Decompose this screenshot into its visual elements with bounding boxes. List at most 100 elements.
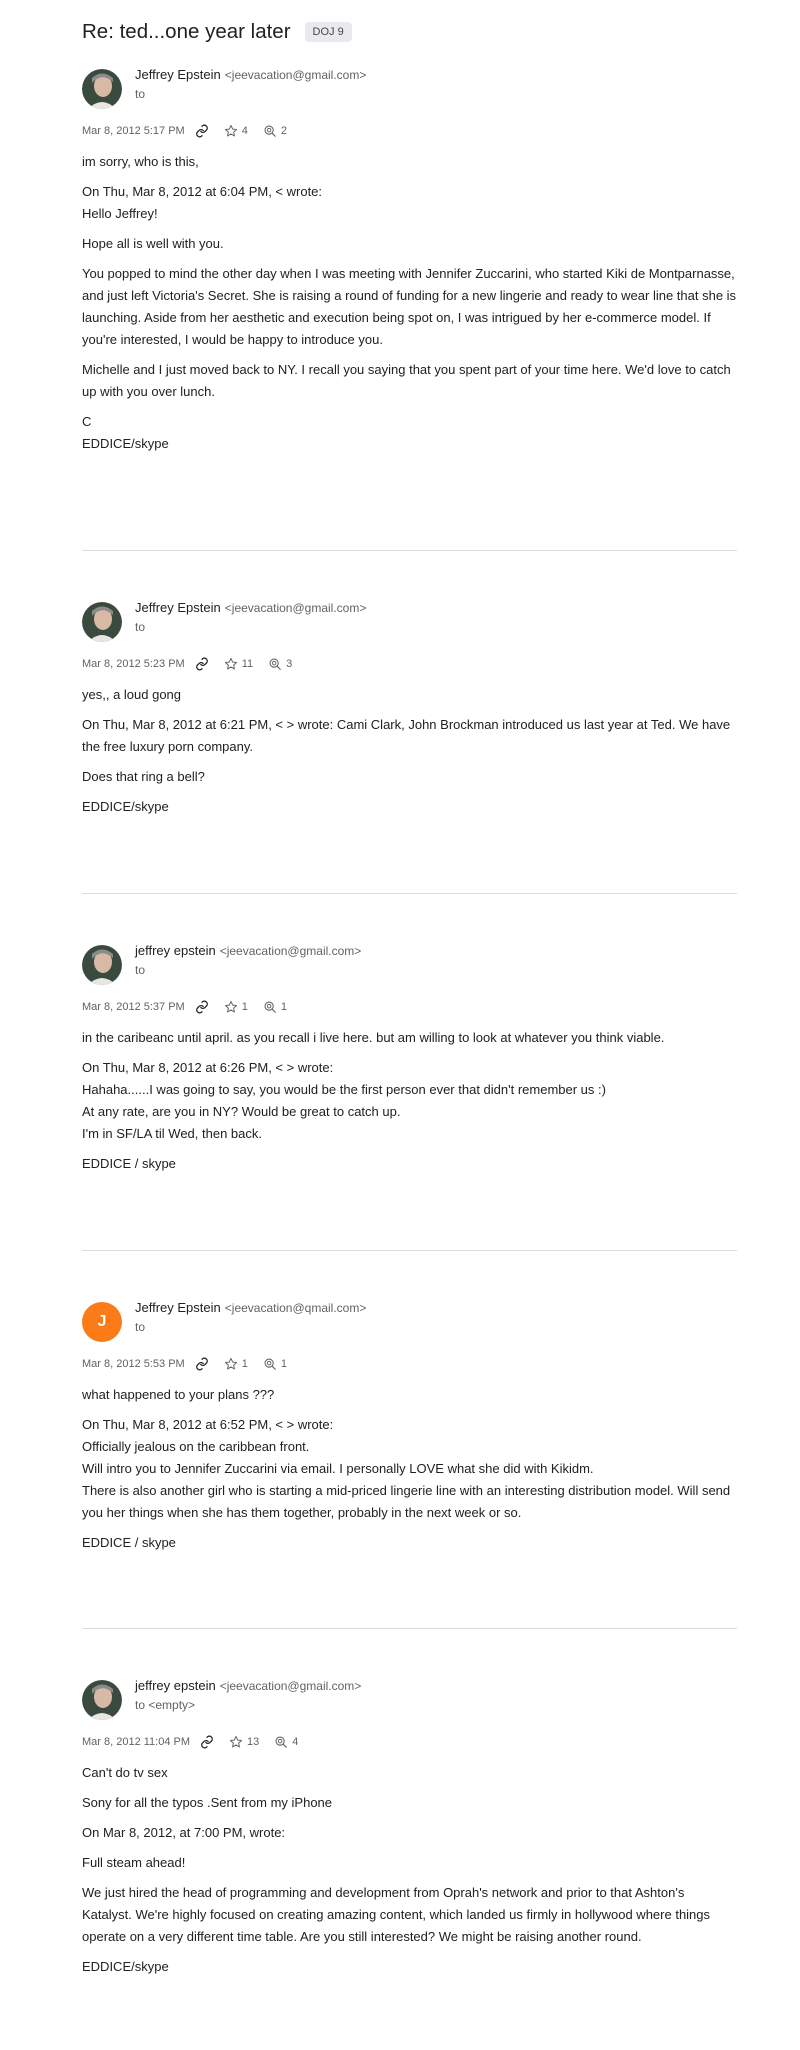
avatar-photo[interactable] (82, 945, 122, 985)
star-count: 4 (241, 125, 248, 137)
quote-header: On Thu, Mar 8, 2012 at 6:04 PM, < wrote: (82, 184, 323, 199)
sender-name[interactable]: jeffrey epstein (135, 943, 216, 958)
star-count: 11 (241, 658, 254, 670)
star-icon[interactable] (224, 1357, 238, 1371)
zoom-search-icon[interactable] (263, 1357, 277, 1371)
quote-line: There is also another girl who is starti… (82, 1483, 731, 1520)
message-divider (82, 1250, 737, 1251)
link-icon[interactable] (195, 1000, 209, 1014)
email-thread-page: Re: ted...one year later DOJ 9 Jeffrey E… (0, 0, 800, 2050)
signature-line: EDDICE/skype (82, 799, 169, 814)
sender-email: <jeevacation@gmail.com> (224, 68, 367, 82)
signature-line: EDDICE / skype (82, 1535, 176, 1550)
message-body: in the caribeanc until april. as you rec… (82, 1027, 737, 1175)
message-date: Mar 8, 2012 5:23 PM (82, 658, 185, 670)
quote-header: On Mar 8, 2012, at 7:00 PM, wrote: (82, 1825, 286, 1840)
reply-text: yes,, a loud gong (82, 687, 182, 702)
zoom-count: 1 (280, 1358, 287, 1370)
quote-paragraph: We just hired the head of programming an… (82, 1885, 711, 1944)
reply-text: Can't do tv sex (82, 1765, 168, 1780)
signature-line: C (82, 414, 92, 429)
message-divider (82, 1628, 737, 1629)
message-date: Mar 8, 2012 5:53 PM (82, 1358, 185, 1370)
avatar-photo[interactable] (82, 602, 122, 642)
quote-paragraph: Michelle and I just moved back to NY. I … (82, 362, 731, 399)
zoom-count: 1 (280, 1001, 287, 1013)
quote-paragraph: You popped to mind the other day when I … (82, 266, 737, 347)
star-count: 1 (241, 1358, 248, 1370)
message-body: what happened to your plans ??? On Thu, … (82, 1384, 737, 1554)
message-meta: Mar 8, 2012 5:53 PM 1 1 (82, 1357, 287, 1371)
zoom-count: 3 (286, 658, 293, 670)
thread-header: Re: ted...one year later DOJ 9 (82, 20, 352, 44)
zoom-search-icon[interactable] (268, 657, 282, 671)
link-icon[interactable] (195, 1357, 209, 1371)
zoom-count: 2 (280, 125, 287, 137)
star-icon[interactable] (224, 124, 238, 138)
message-divider (82, 550, 737, 551)
quote-paragraph: Does that ring a bell? (82, 769, 205, 784)
recipient-line[interactable]: to (135, 1320, 145, 1334)
message-date: Mar 8, 2012 5:17 PM (82, 125, 185, 137)
recipient-line[interactable]: to (135, 963, 145, 977)
star-count: 13 (247, 1736, 260, 1748)
signature-line: EDDICE/skype (82, 1959, 169, 1974)
signature-line: EDDICE/skype (82, 436, 169, 451)
signature-line: EDDICE / skype (82, 1156, 176, 1171)
message-date: Mar 8, 2012 11:04 PM (82, 1736, 191, 1748)
reply-text: im sorry, who is this, (82, 154, 199, 169)
star-icon[interactable] (229, 1735, 243, 1749)
sender-email: <jeevacation@gmail.com> (219, 1679, 362, 1693)
link-icon[interactable] (200, 1735, 214, 1749)
message-body: im sorry, who is this, On Thu, Mar 8, 20… (82, 151, 737, 455)
quote-paragraph: Full steam ahead! (82, 1855, 186, 1870)
recipient-line[interactable]: to <empty> (135, 1698, 195, 1712)
quote-line: Will intro you to Jennifer Zuccarini via… (82, 1461, 594, 1476)
zoom-search-icon[interactable] (263, 1000, 277, 1014)
link-icon[interactable] (195, 657, 209, 671)
avatar-photo[interactable] (82, 1680, 122, 1720)
quote-line: Hahaha......I was going to say, you woul… (82, 1082, 606, 1097)
message-divider (82, 893, 737, 894)
sender-name[interactable]: Jeffrey Epstein (135, 1300, 221, 1315)
star-icon[interactable] (224, 1000, 238, 1014)
quote-line: I'm in SF/LA til Wed, then back. (82, 1126, 262, 1141)
quote-header: On Thu, Mar 8, 2012 at 6:26 PM, < > wrot… (82, 1060, 334, 1075)
message-meta: Mar 8, 2012 5:17 PM 4 2 (82, 124, 287, 138)
quote-line: Officially jealous on the caribbean fron… (82, 1439, 310, 1454)
sender-name[interactable]: Jeffrey Epstein (135, 67, 221, 82)
message-date: Mar 8, 2012 5:37 PM (82, 1001, 185, 1013)
sender-name[interactable]: Jeffrey Epstein (135, 600, 221, 615)
avatar-photo[interactable] (82, 69, 122, 109)
recipient-line[interactable]: to (135, 87, 145, 101)
sender-line: jeffrey epstein <jeevacation@gmail.com> (135, 1677, 361, 1695)
recipient-line[interactable]: to (135, 620, 145, 634)
star-icon[interactable] (224, 657, 238, 671)
sender-line: Jeffrey Epstein <jeevacation@qmail.com> (135, 1299, 366, 1317)
sender-line: Jeffrey Epstein <jeevacation@gmail.com> (135, 599, 366, 617)
reply-text: in the caribeanc until april. as you rec… (82, 1030, 665, 1045)
sender-line: jeffrey epstein <jeevacation@gmail.com> (135, 942, 361, 960)
zoom-count: 4 (292, 1736, 299, 1748)
message-meta: Mar 8, 2012 5:23 PM 11 3 (82, 657, 292, 671)
message-body: Can't do tv sex Sony for all the typos .… (82, 1762, 737, 1978)
link-icon[interactable] (195, 124, 209, 138)
quote-line: At any rate, are you in NY? Would be gre… (82, 1104, 401, 1119)
sender-email: <jeevacation@qmail.com> (224, 1301, 367, 1315)
zoom-search-icon[interactable] (263, 124, 277, 138)
quote-paragraph: On Thu, Mar 8, 2012 at 6:21 PM, < > wrot… (82, 717, 731, 754)
sender-email: <jeevacation@gmail.com> (219, 944, 362, 958)
reply-text: what happened to your plans ??? (82, 1387, 275, 1402)
sender-line: Jeffrey Epstein <jeevacation@gmail.com> (135, 66, 366, 84)
message-body: yes,, a loud gong On Thu, Mar 8, 2012 at… (82, 684, 737, 818)
sent-from-line: Sony for all the typos .Sent from my iPh… (82, 1795, 333, 1810)
thread-subject: Re: ted...one year later (82, 20, 291, 43)
quote-header: On Thu, Mar 8, 2012 at 6:52 PM, < > wrot… (82, 1417, 334, 1432)
quote-line: Hello Jeffrey! (82, 206, 158, 221)
sender-name[interactable]: jeffrey epstein (135, 1678, 216, 1693)
avatar-initial[interactable]: J (82, 1302, 122, 1342)
thread-tag-badge[interactable]: DOJ 9 (304, 22, 352, 42)
message-meta: Mar 8, 2012 5:37 PM 1 1 (82, 1000, 287, 1014)
zoom-search-icon[interactable] (274, 1735, 288, 1749)
quote-paragraph: Hope all is well with you. (82, 236, 224, 251)
